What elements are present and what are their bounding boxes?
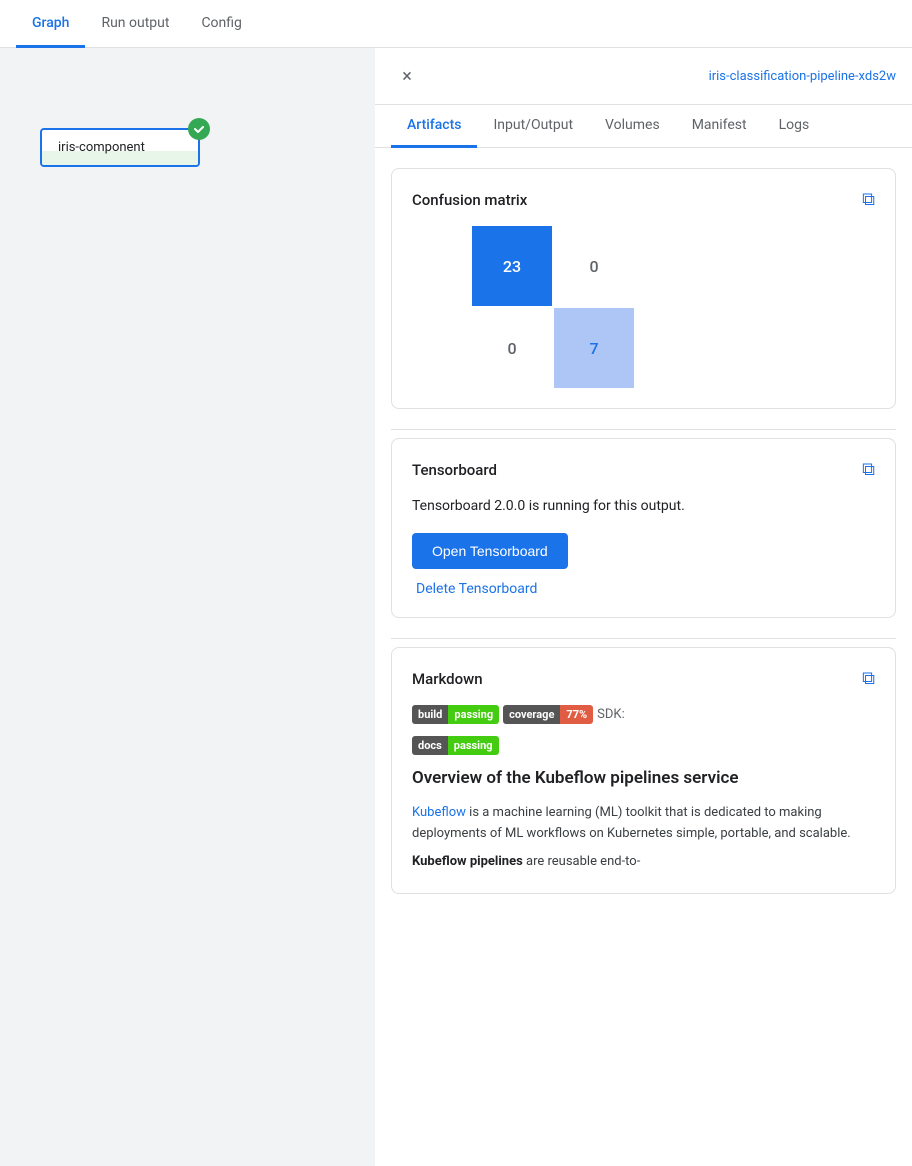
graph-node-check-icon bbox=[188, 118, 210, 140]
graph-node-label: iris-component bbox=[58, 140, 145, 155]
markdown-paragraph-1: Kubeflow is a machine learning (ML) tool… bbox=[412, 803, 875, 845]
tensorboard-title-row: Tensorboard ⧉ bbox=[412, 459, 875, 480]
panel-content: Confusion matrix ⧉ 23 0 0 7 Tensorboard … bbox=[375, 148, 912, 934]
panel-tab-manifest[interactable]: Manifest bbox=[676, 105, 763, 148]
main-layout: iris-component × iris-classification-pip… bbox=[0, 48, 912, 1166]
build-passing-badge: build passing bbox=[412, 705, 499, 724]
pipeline-id-label: iris-classification-pipeline-xds2w bbox=[709, 69, 896, 84]
coverage-badge-left: coverage bbox=[503, 705, 560, 724]
kubeflow-pipelines-bold: Kubeflow pipelines bbox=[412, 854, 523, 869]
close-button[interactable]: × bbox=[391, 60, 423, 92]
graph-panel: iris-component bbox=[0, 48, 375, 1166]
panel-tabs: Artifacts Input/Output Volumes Manifest … bbox=[375, 105, 912, 148]
divider-1 bbox=[391, 429, 896, 430]
coverage-badge-right: 77% bbox=[560, 705, 593, 724]
panel-tab-input-output[interactable]: Input/Output bbox=[477, 105, 589, 148]
build-badge-left: build bbox=[412, 705, 448, 724]
build-badge-right: passing bbox=[448, 705, 499, 724]
coverage-badge: coverage 77% bbox=[503, 705, 593, 724]
markdown-card: Markdown ⧉ build passing coverage 77% SD… bbox=[391, 647, 896, 894]
right-panel: × iris-classification-pipeline-xds2w Art… bbox=[375, 48, 912, 1166]
panel-tab-volumes[interactable]: Volumes bbox=[589, 105, 676, 148]
confusion-matrix-grid: 23 0 0 7 bbox=[472, 226, 634, 388]
confusion-matrix-external-link-icon[interactable]: ⧉ bbox=[862, 189, 875, 210]
kubeflow-link[interactable]: Kubeflow bbox=[412, 805, 466, 820]
markdown-title: Markdown bbox=[412, 670, 483, 688]
panel-tab-artifacts[interactable]: Artifacts bbox=[391, 105, 477, 148]
docs-badge-row: docs passing bbox=[412, 736, 875, 755]
markdown-external-link-icon[interactable]: ⧉ bbox=[862, 668, 875, 689]
tensorboard-title: Tensorboard bbox=[412, 461, 497, 479]
docs-badge-left: docs bbox=[412, 736, 448, 755]
tab-run-output[interactable]: Run output bbox=[85, 0, 185, 48]
tensorboard-description: Tensorboard 2.0.0 is running for this ou… bbox=[412, 496, 875, 517]
graph-node-iris-component[interactable]: iris-component bbox=[40, 128, 200, 167]
cm-cell-1-0: 0 bbox=[472, 308, 552, 388]
markdown-title-row: Markdown ⧉ bbox=[412, 668, 875, 689]
panel-header: × iris-classification-pipeline-xds2w bbox=[375, 48, 912, 105]
confusion-matrix-card: Confusion matrix ⧉ 23 0 0 7 bbox=[391, 168, 896, 409]
docs-badge-right: passing bbox=[448, 736, 499, 755]
delete-tensorboard-link[interactable]: Delete Tensorboard bbox=[416, 581, 537, 597]
sdk-label: SDK: bbox=[597, 707, 625, 722]
markdown-paragraph-2: Kubeflow pipelines are reusable end-to- bbox=[412, 852, 875, 873]
tensorboard-card: Tensorboard ⧉ Tensorboard 2.0.0 is runni… bbox=[391, 438, 896, 618]
badge-row: build passing coverage 77% SDK: bbox=[412, 705, 875, 724]
cm-cell-1-1: 7 bbox=[554, 308, 634, 388]
panel-tab-logs[interactable]: Logs bbox=[763, 105, 826, 148]
tab-config[interactable]: Config bbox=[185, 0, 257, 48]
open-tensorboard-button[interactable]: Open Tensorboard bbox=[412, 533, 568, 569]
markdown-heading: Overview of the Kubeflow pipelines servi… bbox=[412, 767, 875, 791]
divider-2 bbox=[391, 638, 896, 639]
confusion-matrix-title: Confusion matrix bbox=[412, 191, 527, 209]
confusion-matrix-title-row: Confusion matrix ⧉ bbox=[412, 189, 875, 210]
docs-passing-badge: docs passing bbox=[412, 736, 499, 755]
cm-cell-0-1: 0 bbox=[554, 226, 634, 306]
cm-cell-0-0: 23 bbox=[472, 226, 552, 306]
tensorboard-external-link-icon[interactable]: ⧉ bbox=[862, 459, 875, 480]
tab-graph[interactable]: Graph bbox=[16, 0, 85, 48]
top-tabs-bar: Graph Run output Config bbox=[0, 0, 912, 48]
